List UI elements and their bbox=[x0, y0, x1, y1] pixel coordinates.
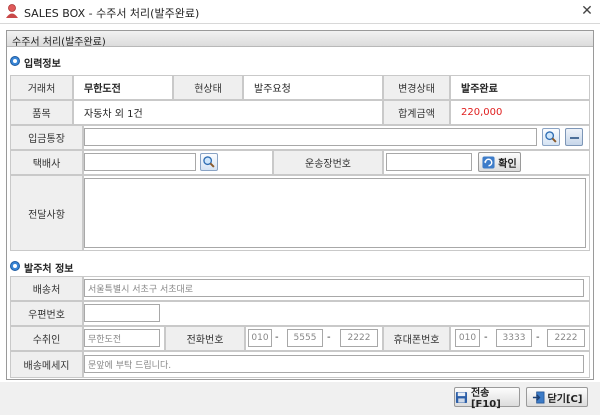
search-courier-button[interactable] bbox=[200, 153, 218, 171]
panel-header-title: 수주서 처리(발주완료) bbox=[12, 37, 106, 48]
mobile-part1-input[interactable]: 010 bbox=[455, 329, 480, 347]
close-button[interactable]: 닫기[C] bbox=[526, 387, 588, 407]
note-label: 전달사항 bbox=[10, 175, 83, 251]
client-label: 거래처 bbox=[10, 75, 73, 100]
mobile-label: 휴대폰번호 bbox=[383, 326, 450, 351]
panel-header: 수주서 처리(발주완료) bbox=[7, 31, 593, 48]
title-bar: SALES BOX - 수주서 처리(발주완료) ✕ bbox=[0, 0, 600, 24]
send-label: 전송[F10] bbox=[470, 388, 501, 410]
window-title: SALES BOX - 수주서 처리(발주완료) bbox=[24, 7, 200, 20]
courier-label: 택배사 bbox=[10, 150, 83, 175]
mobile-dash: - bbox=[484, 332, 488, 343]
search-icon bbox=[203, 156, 215, 168]
status-value: 발주요청 bbox=[243, 75, 383, 100]
item-value: 자동차 외 1건 bbox=[73, 100, 383, 125]
section-bullet-icon bbox=[10, 56, 20, 66]
address-input[interactable]: 서울특별시 서초구 서초대로 bbox=[84, 279, 584, 297]
confirm-label: 확인 bbox=[498, 158, 517, 170]
note-textarea[interactable] bbox=[84, 178, 586, 248]
change-status-value: 발주완료 bbox=[450, 75, 590, 100]
account-label: 입금통장 bbox=[10, 125, 83, 150]
search-icon bbox=[545, 131, 557, 143]
phone-label: 전화번호 bbox=[165, 326, 245, 351]
item-label: 품목 bbox=[10, 100, 73, 125]
zip-label: 우편번호 bbox=[10, 301, 83, 326]
zip-input[interactable] bbox=[84, 304, 160, 322]
message-input[interactable]: 문앞에 부탁 드립니다. bbox=[84, 355, 584, 373]
section-bullet-icon bbox=[10, 261, 20, 271]
tracking-input[interactable] bbox=[386, 153, 472, 171]
close-window-button[interactable]: ✕ bbox=[577, 2, 597, 20]
phone-part3-input[interactable]: 2222 bbox=[340, 329, 378, 347]
order-section-title: 발주처 정보 bbox=[24, 264, 74, 275]
refresh-icon bbox=[482, 155, 495, 169]
phone-part2-input[interactable]: 5555 bbox=[287, 329, 323, 347]
clear-account-button[interactable] bbox=[565, 128, 583, 146]
tracking-label: 운송장번호 bbox=[273, 150, 383, 175]
total-label: 합계금액 bbox=[383, 100, 450, 125]
status-label: 현상태 bbox=[173, 75, 243, 100]
send-button[interactable]: 전송[F10] bbox=[454, 387, 520, 410]
input-section-title: 입력정보 bbox=[24, 59, 61, 70]
change-status-label: 변경상태 bbox=[383, 75, 450, 100]
mobile-part2-input[interactable]: 3333 bbox=[496, 329, 532, 347]
confirm-button[interactable]: 확인 bbox=[478, 152, 521, 172]
mobile-dash: - bbox=[536, 332, 540, 343]
phone-dash: - bbox=[327, 332, 331, 343]
close-label: 닫기[C] bbox=[547, 393, 583, 405]
phone-part1-input[interactable]: 010 bbox=[248, 329, 272, 347]
recipient-label: 수취인 bbox=[10, 326, 83, 351]
account-input[interactable] bbox=[84, 128, 537, 146]
phone-dash: - bbox=[275, 332, 279, 343]
person-icon bbox=[6, 4, 18, 18]
address-label: 배송처 bbox=[10, 276, 83, 301]
courier-input[interactable] bbox=[84, 153, 196, 171]
client-value: 무한도전 bbox=[73, 75, 173, 100]
save-icon bbox=[455, 391, 468, 403]
message-label: 배송메세지 bbox=[10, 351, 83, 378]
mobile-part3-input[interactable]: 2222 bbox=[547, 329, 585, 347]
search-account-button[interactable] bbox=[542, 128, 560, 146]
exit-icon bbox=[532, 391, 544, 403]
recipient-input[interactable]: 무한도전 bbox=[84, 329, 160, 347]
total-amount-value: 220,000 bbox=[450, 100, 590, 125]
